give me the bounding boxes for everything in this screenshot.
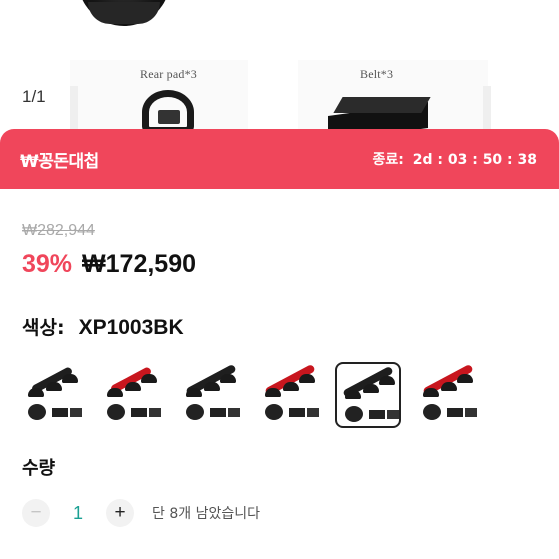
stock-remaining: 단 8개 남았습니다 — [152, 506, 260, 522]
quantity-stepper: − 1 + 단 8개 남았습니다 — [22, 499, 260, 527]
original-price: ₩282,944 — [22, 222, 95, 239]
selected-color-value: XP1003BK — [78, 316, 184, 339]
color-swatch[interactable] — [257, 362, 323, 428]
panel-divider — [483, 86, 491, 130]
belt-caption: Belt*3 — [360, 67, 394, 81]
countdown-value: 2d : 03 : 50 : 38 — [412, 152, 537, 168]
minus-icon[interactable]: − — [22, 499, 50, 527]
color-swatch-list — [20, 362, 550, 432]
discount-rate: 39% — [22, 250, 73, 278]
quantity-label: 수량 — [22, 458, 56, 479]
price-row: 39% ₩172,590 — [22, 250, 196, 279]
product-option-sheet: ₩꽁돈대첩 종료: 2d : 03 : 50 : 38 ₩282,944 39%… — [0, 129, 559, 559]
product-image-gallery[interactable]: Rear pad*3 Belt*3 1/1 — [0, 0, 559, 130]
rear-pad-caption: Rear pad*3 — [140, 67, 197, 81]
panel-divider — [70, 86, 78, 130]
quantity-value[interactable]: 1 — [50, 503, 106, 524]
rear-pad-image — [78, 0, 170, 28]
plus-icon[interactable]: + — [106, 499, 134, 527]
sale-price: ₩172,590 — [82, 250, 197, 278]
color-label: 색상: — [22, 317, 65, 339]
deal-logo: ₩꽁돈대첩 — [20, 151, 99, 172]
color-swatch[interactable] — [178, 362, 244, 428]
image-counter: 1/1 — [22, 87, 46, 106]
countdown-label: 종료: — [372, 152, 404, 168]
deal-banner: ₩꽁돈대첩 종료: 2d : 03 : 50 : 38 — [0, 129, 559, 189]
color-swatch[interactable] — [99, 362, 165, 428]
color-swatch[interactable] — [20, 362, 86, 428]
color-swatch-selected[interactable] — [335, 362, 401, 428]
belt-image — [328, 95, 432, 130]
strap-image — [140, 90, 198, 130]
color-option-header: 색상: XP1003BK — [22, 313, 184, 340]
deal-countdown: 종료: 2d : 03 : 50 : 38 — [369, 149, 537, 169]
color-swatch[interactable] — [415, 362, 481, 428]
